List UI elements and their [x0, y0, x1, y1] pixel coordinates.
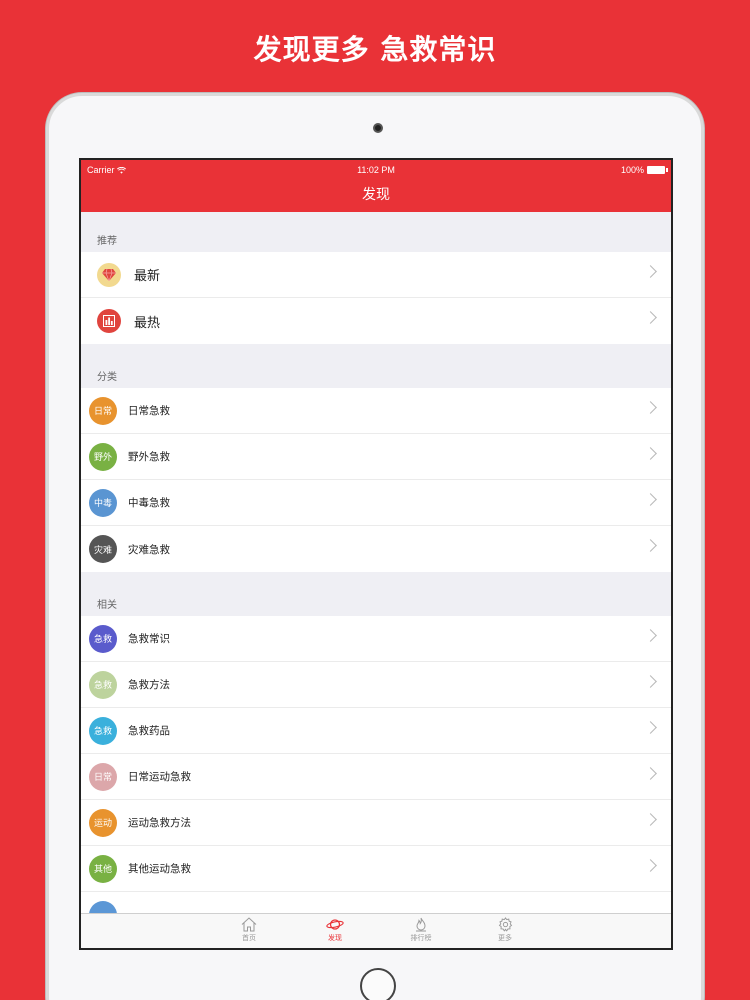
- list-item-label: 急救药品: [128, 725, 170, 737]
- flame-icon: [416, 917, 426, 932]
- category-badge: 野外: [89, 442, 117, 471]
- category-badge: 运动: [89, 808, 117, 837]
- discover-list[interactable]: 推荐 最新 最热 分类 日常 日常急救 野外 野外急救 中毒 中毒急救 灾难 灾…: [81, 212, 671, 913]
- chevron-right-icon: [644, 265, 657, 278]
- category-badge: [89, 901, 117, 913]
- page-title: 发现: [362, 187, 390, 203]
- status-time: 11:02 PM: [357, 165, 395, 175]
- gear-icon: [498, 917, 512, 932]
- list-item-label: 日常运动急救: [128, 771, 191, 783]
- home-button[interactable]: [360, 968, 396, 1000]
- category-badge: 灾难: [89, 535, 117, 563]
- status-bar: Carrier 11:02 PM 100%: [81, 165, 671, 179]
- list-item-disaster-first-aid[interactable]: 灾难 灾难急救: [81, 526, 671, 572]
- tab-more[interactable]: 更多: [485, 917, 525, 943]
- chevron-right-icon: [644, 493, 657, 506]
- chevron-right-icon: [644, 721, 657, 734]
- tab-discover[interactable]: 发现: [315, 917, 355, 943]
- chevron-right-icon: [644, 539, 657, 552]
- category-badge: 急救: [89, 716, 117, 745]
- list-item-poisoning-first-aid[interactable]: 中毒 中毒急救: [81, 480, 671, 526]
- battery-icon: [647, 166, 668, 174]
- list-item-label: 灾难急救: [128, 543, 170, 556]
- list-item-partial[interactable]: [81, 892, 671, 913]
- battery-indicator: 100%: [621, 165, 668, 175]
- recommend-group: 最新 最热: [81, 252, 671, 344]
- promo-title: 发现更多 急救常识: [253, 33, 497, 66]
- list-item-hottest[interactable]: 最热: [81, 298, 671, 344]
- app-screen: Carrier 11:02 PM 100% 发现 推荐 最新 最热 分类 日常 …: [79, 158, 673, 950]
- related-group: 急救 急救常识 急救 急救方法 急救 急救药品 日常 日常运动急救 运动 运动急…: [81, 616, 671, 913]
- gem-icon: [97, 262, 121, 287]
- navigation-bar: Carrier 11:02 PM 100% 发现: [81, 160, 671, 212]
- tab-bar: 首页 发现 排行榜 更多: [81, 913, 671, 948]
- list-item-first-aid-knowledge[interactable]: 急救 急救常识: [81, 616, 671, 662]
- camera-icon: [373, 123, 383, 133]
- chevron-right-icon: [644, 675, 657, 688]
- list-item-label: 日常急救: [128, 405, 170, 417]
- planet-icon: [326, 919, 344, 930]
- list-item-first-aid-methods[interactable]: 急救 急救方法: [81, 662, 671, 708]
- category-group: 日常 日常急救 野外 野外急救 中毒 中毒急救 灾难 灾难急救: [81, 388, 671, 572]
- list-item-sports-first-aid-methods[interactable]: 运动 运动急救方法: [81, 800, 671, 846]
- bar-chart-icon: [97, 309, 121, 333]
- category-badge: 中毒: [89, 488, 117, 517]
- home-icon: [241, 917, 257, 932]
- ipad-frame: Carrier 11:02 PM 100% 发现 推荐 最新 最热 分类 日常 …: [46, 93, 704, 1000]
- chevron-right-icon: [644, 401, 657, 414]
- chevron-right-icon: [644, 813, 657, 826]
- category-badge: 其他: [89, 854, 117, 883]
- chevron-right-icon: [644, 311, 657, 324]
- list-item-outdoor-first-aid[interactable]: 野外 野外急救: [81, 434, 671, 480]
- list-item-label: 运动急救方法: [128, 817, 191, 829]
- chevron-right-icon: [644, 447, 657, 460]
- section-header-recommend: 推荐: [97, 236, 117, 247]
- chevron-right-icon: [644, 859, 657, 872]
- section-header-category: 分类: [97, 372, 117, 383]
- list-item-label: 急救常识: [128, 633, 170, 645]
- tab-home[interactable]: 首页: [229, 917, 269, 943]
- list-item-label: 其他运动急救: [128, 863, 191, 875]
- section-header-related: 相关: [97, 600, 117, 611]
- category-badge: 急救: [89, 624, 117, 653]
- list-item-daily-sports-first-aid[interactable]: 日常 日常运动急救: [81, 754, 671, 800]
- list-item-daily-first-aid[interactable]: 日常 日常急救: [81, 388, 671, 434]
- tab-ranking[interactable]: 排行榜: [401, 917, 441, 943]
- list-item-other-sports-first-aid[interactable]: 其他 其他运动急救: [81, 846, 671, 892]
- list-item-first-aid-medicine[interactable]: 急救 急救药品: [81, 708, 671, 754]
- chevron-right-icon: [644, 767, 657, 780]
- list-item-label: 急救方法: [128, 679, 170, 691]
- list-item-label: 中毒急救: [128, 497, 170, 509]
- list-item-label: 最热: [134, 315, 161, 331]
- list-item-label: 野外急救: [128, 451, 170, 463]
- chevron-right-icon: [644, 629, 657, 642]
- category-badge: 急救: [89, 670, 117, 699]
- list-item-label: 最新: [134, 269, 161, 284]
- category-badge: 日常: [89, 762, 117, 791]
- list-item-latest[interactable]: 最新: [81, 252, 671, 298]
- category-badge: 日常: [89, 396, 117, 425]
